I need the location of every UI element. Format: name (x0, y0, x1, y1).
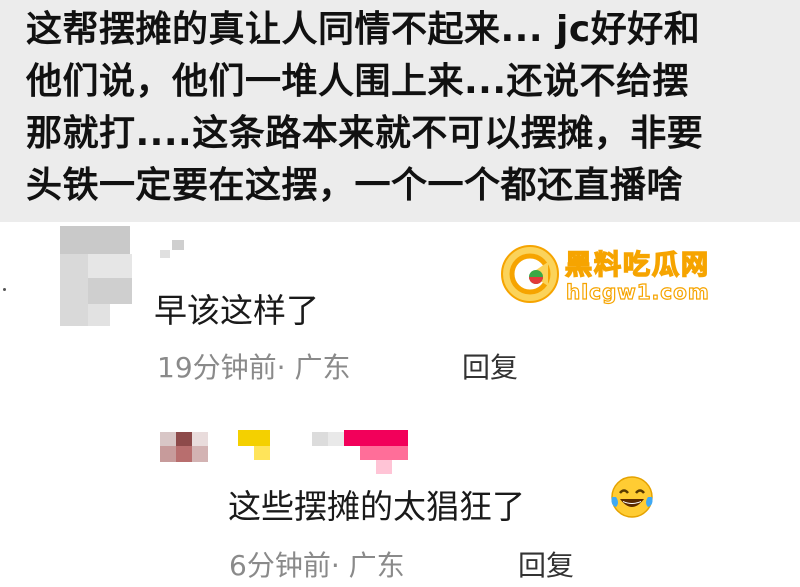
post-line-2: 他们说，他们一堆人围上来...还说不给摆 (26, 61, 690, 102)
comment-time-1: 19分钟前· 广东 (157, 346, 350, 386)
watermark-url: hlcgw1.com (565, 279, 710, 304)
reply-button-2[interactable]: 回复 (518, 544, 574, 584)
comment-text-2: 这些摆摊的太猖狂了 (228, 487, 525, 526)
watermark-logo-icon (501, 245, 559, 303)
comment-location-2: · 广东 (330, 549, 405, 582)
watermark-title: 黑料吃瓜网 (564, 249, 710, 282)
post-line-4: 头铁一定要在这摆，一个一个都还直播啥 (26, 165, 684, 206)
comment-text-1: 早该这样了 (154, 291, 319, 330)
comment-time-value-2: 6分钟前 (229, 549, 331, 582)
post-line-3: 那就打....这条路本来就不可以摆摊，非要 (26, 113, 704, 154)
stray-dot (3, 288, 6, 291)
comment-location-1: · 广东 (276, 351, 351, 384)
comment-time-2: 6分钟前· 广东 (229, 544, 405, 584)
reply-button-1[interactable]: 回复 (462, 346, 518, 386)
original-post: 这帮摆摊的真让人同情不起来... jc好好和 他们说，他们一堆人围上来...还说… (0, 0, 800, 222)
comment-time-value-1: 19分钟前 (157, 351, 277, 384)
post-line-1: 这帮摆摊的真让人同情不起来... jc好好和 (26, 9, 701, 50)
laughing-tears-emoji-icon (611, 476, 653, 518)
